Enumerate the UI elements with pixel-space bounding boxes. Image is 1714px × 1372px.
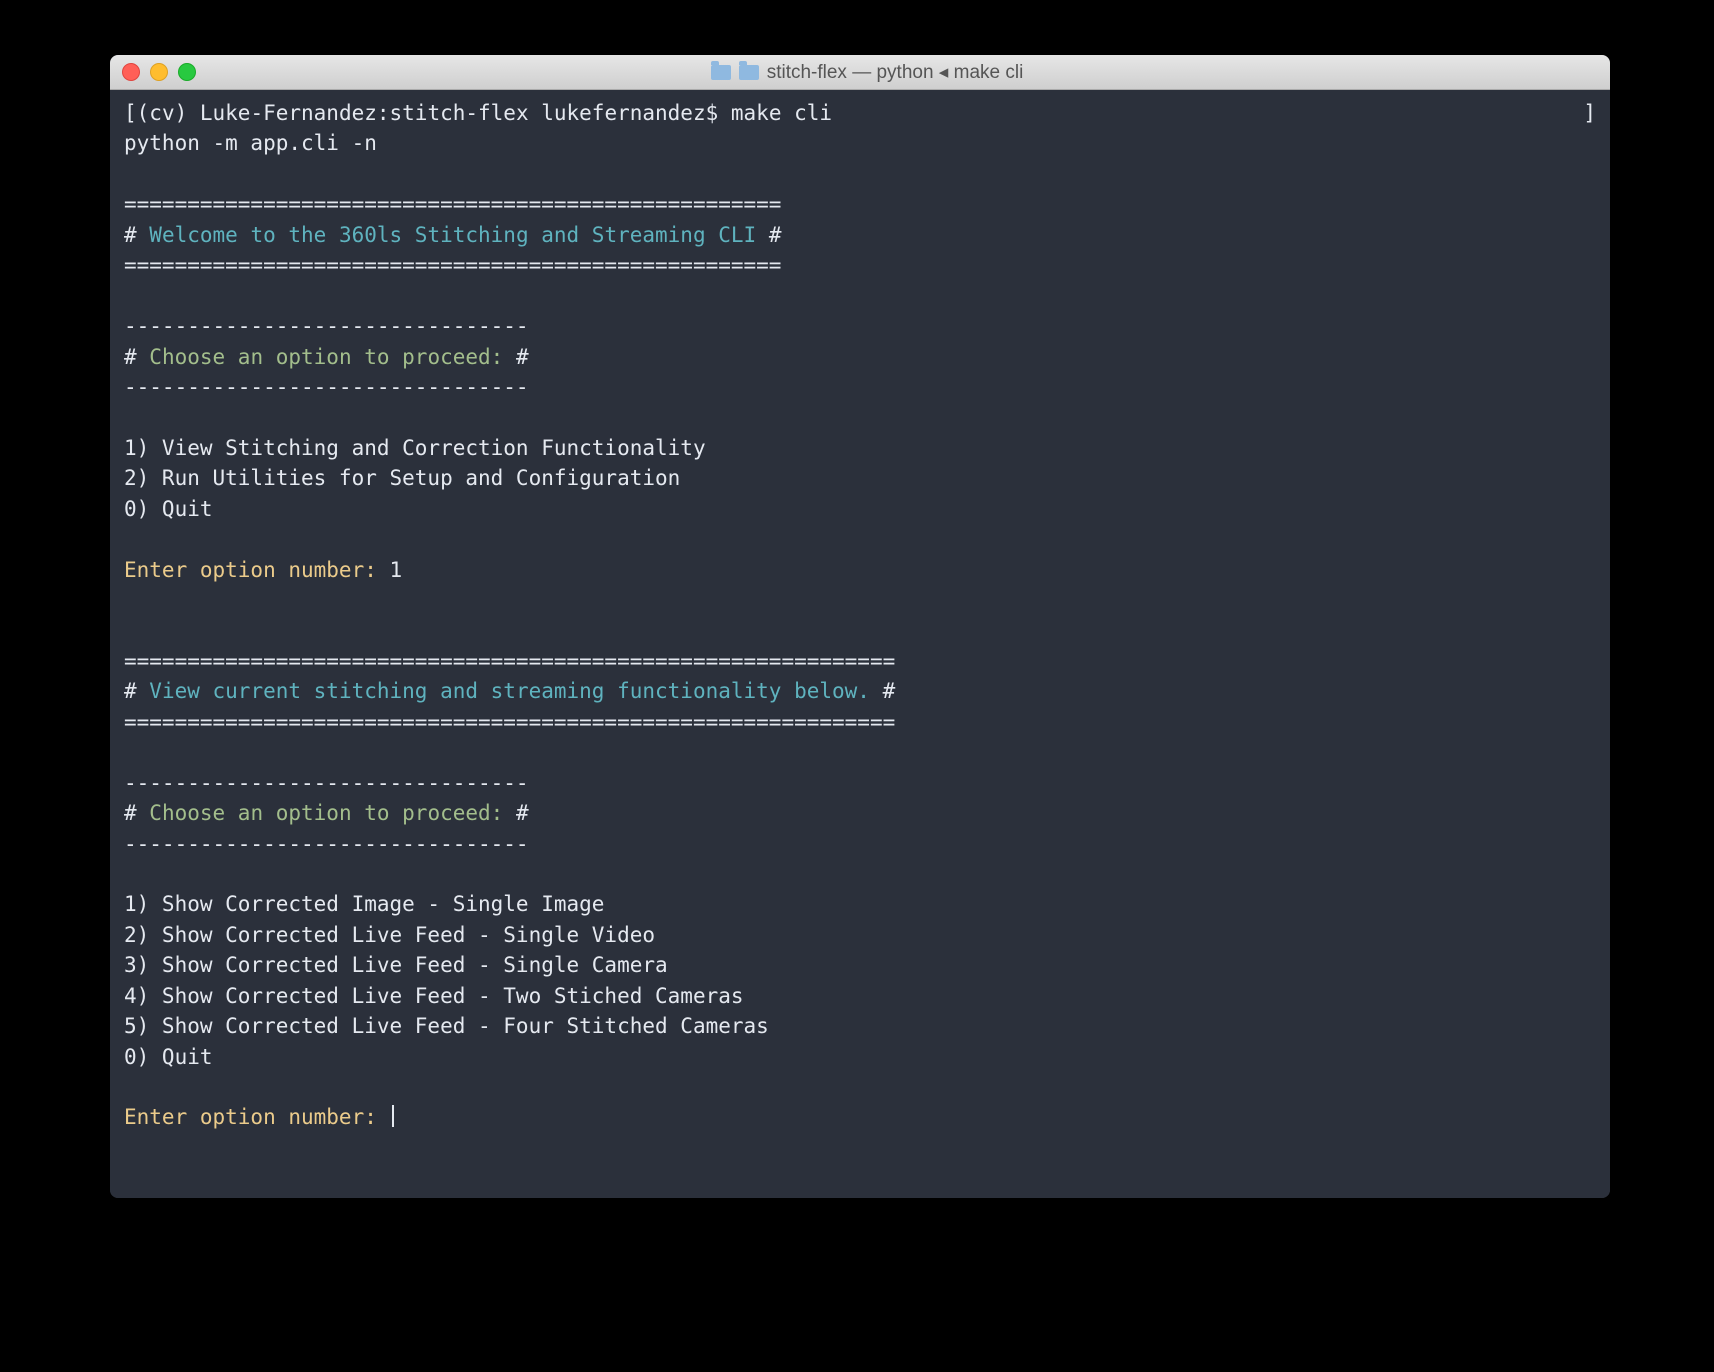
choose1-rule-bottom: -------------------------------- (124, 372, 1596, 402)
choose2-text-line: # Choose an option to proceed: # (124, 798, 1596, 828)
hash-end: # (870, 679, 895, 703)
maximize-icon[interactable] (178, 63, 196, 81)
terminal-body[interactable]: [(cv) Luke-Fernandez:stitch-flex lukefer… (110, 90, 1610, 1198)
bracket-open: [ (124, 101, 137, 125)
folder-icon (739, 65, 759, 80)
minimize-icon[interactable] (150, 63, 168, 81)
window-title: stitch-flex — python ◂ make cli (196, 61, 1538, 84)
hash: # (124, 223, 149, 247)
hash: # (124, 345, 149, 369)
entered-command: make cli (718, 101, 832, 125)
blank-line (124, 402, 1596, 432)
close-icon[interactable] (122, 63, 140, 81)
run-line: python -m app.cli -n (124, 128, 1596, 158)
traffic-lights (122, 63, 196, 81)
blank-line (124, 737, 1596, 767)
banner1-text-line: # Welcome to the 360ls Stitching and Str… (124, 220, 1596, 250)
enter2-line[interactable]: Enter option number: (124, 1102, 1596, 1132)
menu2-option-5: 5) Show Corrected Live Feed - Four Stitc… (124, 1011, 1596, 1041)
terminal-window: stitch-flex — python ◂ make cli [(cv) Lu… (110, 55, 1610, 1198)
hash-end: # (503, 345, 528, 369)
venv-prefix: (cv) (137, 101, 200, 125)
window-title-text: stitch-flex — python ◂ make cli (767, 61, 1024, 84)
enter1-label: Enter option number: (124, 558, 390, 582)
banner2-text-line: # View current stitching and streaming f… (124, 676, 1596, 706)
blank-line (124, 1072, 1596, 1102)
hash: # (124, 679, 149, 703)
menu1-option-1: 1) View Stitching and Correction Functio… (124, 433, 1596, 463)
menu2-option-2: 2) Show Corrected Live Feed - Single Vid… (124, 920, 1596, 950)
menu1-option-0: 0) Quit (124, 494, 1596, 524)
banner2-rule-bottom: ========================================… (124, 707, 1596, 737)
enter2-label: Enter option number: (124, 1105, 390, 1129)
blank-line (124, 585, 1596, 615)
folder-icon (711, 65, 731, 80)
menu2-option-3: 3) Show Corrected Live Feed - Single Cam… (124, 950, 1596, 980)
banner1-rule-top: ========================================… (124, 189, 1596, 219)
prompt-host: Luke-Fernandez:stitch-flex lukefernandez… (200, 101, 718, 125)
banner2-text: View current stitching and streaming fun… (149, 679, 870, 703)
choose2-text: Choose an option to proceed: (149, 801, 503, 825)
hash-end: # (503, 801, 528, 825)
hash-end: # (756, 223, 781, 247)
menu2-option-4: 4) Show Corrected Live Feed - Two Stiche… (124, 981, 1596, 1011)
hash: # (124, 801, 149, 825)
prompt-line: [(cv) Luke-Fernandez:stitch-flex lukefer… (124, 98, 1596, 128)
blank-line (124, 615, 1596, 645)
banner2-rule-top: ========================================… (124, 646, 1596, 676)
enter1-line: Enter option number: 1 (124, 555, 1596, 585)
blank-line (124, 524, 1596, 554)
choose2-rule-bottom: -------------------------------- (124, 829, 1596, 859)
choose1-text-line: # Choose an option to proceed: # (124, 342, 1596, 372)
banner1-rule-bottom: ========================================… (124, 250, 1596, 280)
choose1-rule-top: -------------------------------- (124, 311, 1596, 341)
bracket-close: ] (1583, 98, 1596, 128)
choose2-rule-top: -------------------------------- (124, 768, 1596, 798)
choose1-text: Choose an option to proceed: (149, 345, 503, 369)
blank-line (124, 859, 1596, 889)
menu2-option-1: 1) Show Corrected Image - Single Image (124, 889, 1596, 919)
banner1-text: Welcome to the 360ls Stitching and Strea… (149, 223, 756, 247)
titlebar[interactable]: stitch-flex — python ◂ make cli (110, 55, 1610, 90)
menu1-option-2: 2) Run Utilities for Setup and Configura… (124, 463, 1596, 493)
blank-line (124, 159, 1596, 189)
blank-line (124, 281, 1596, 311)
enter1-value: 1 (390, 558, 403, 582)
menu2-option-0: 0) Quit (124, 1042, 1596, 1072)
cursor-icon (392, 1105, 394, 1127)
